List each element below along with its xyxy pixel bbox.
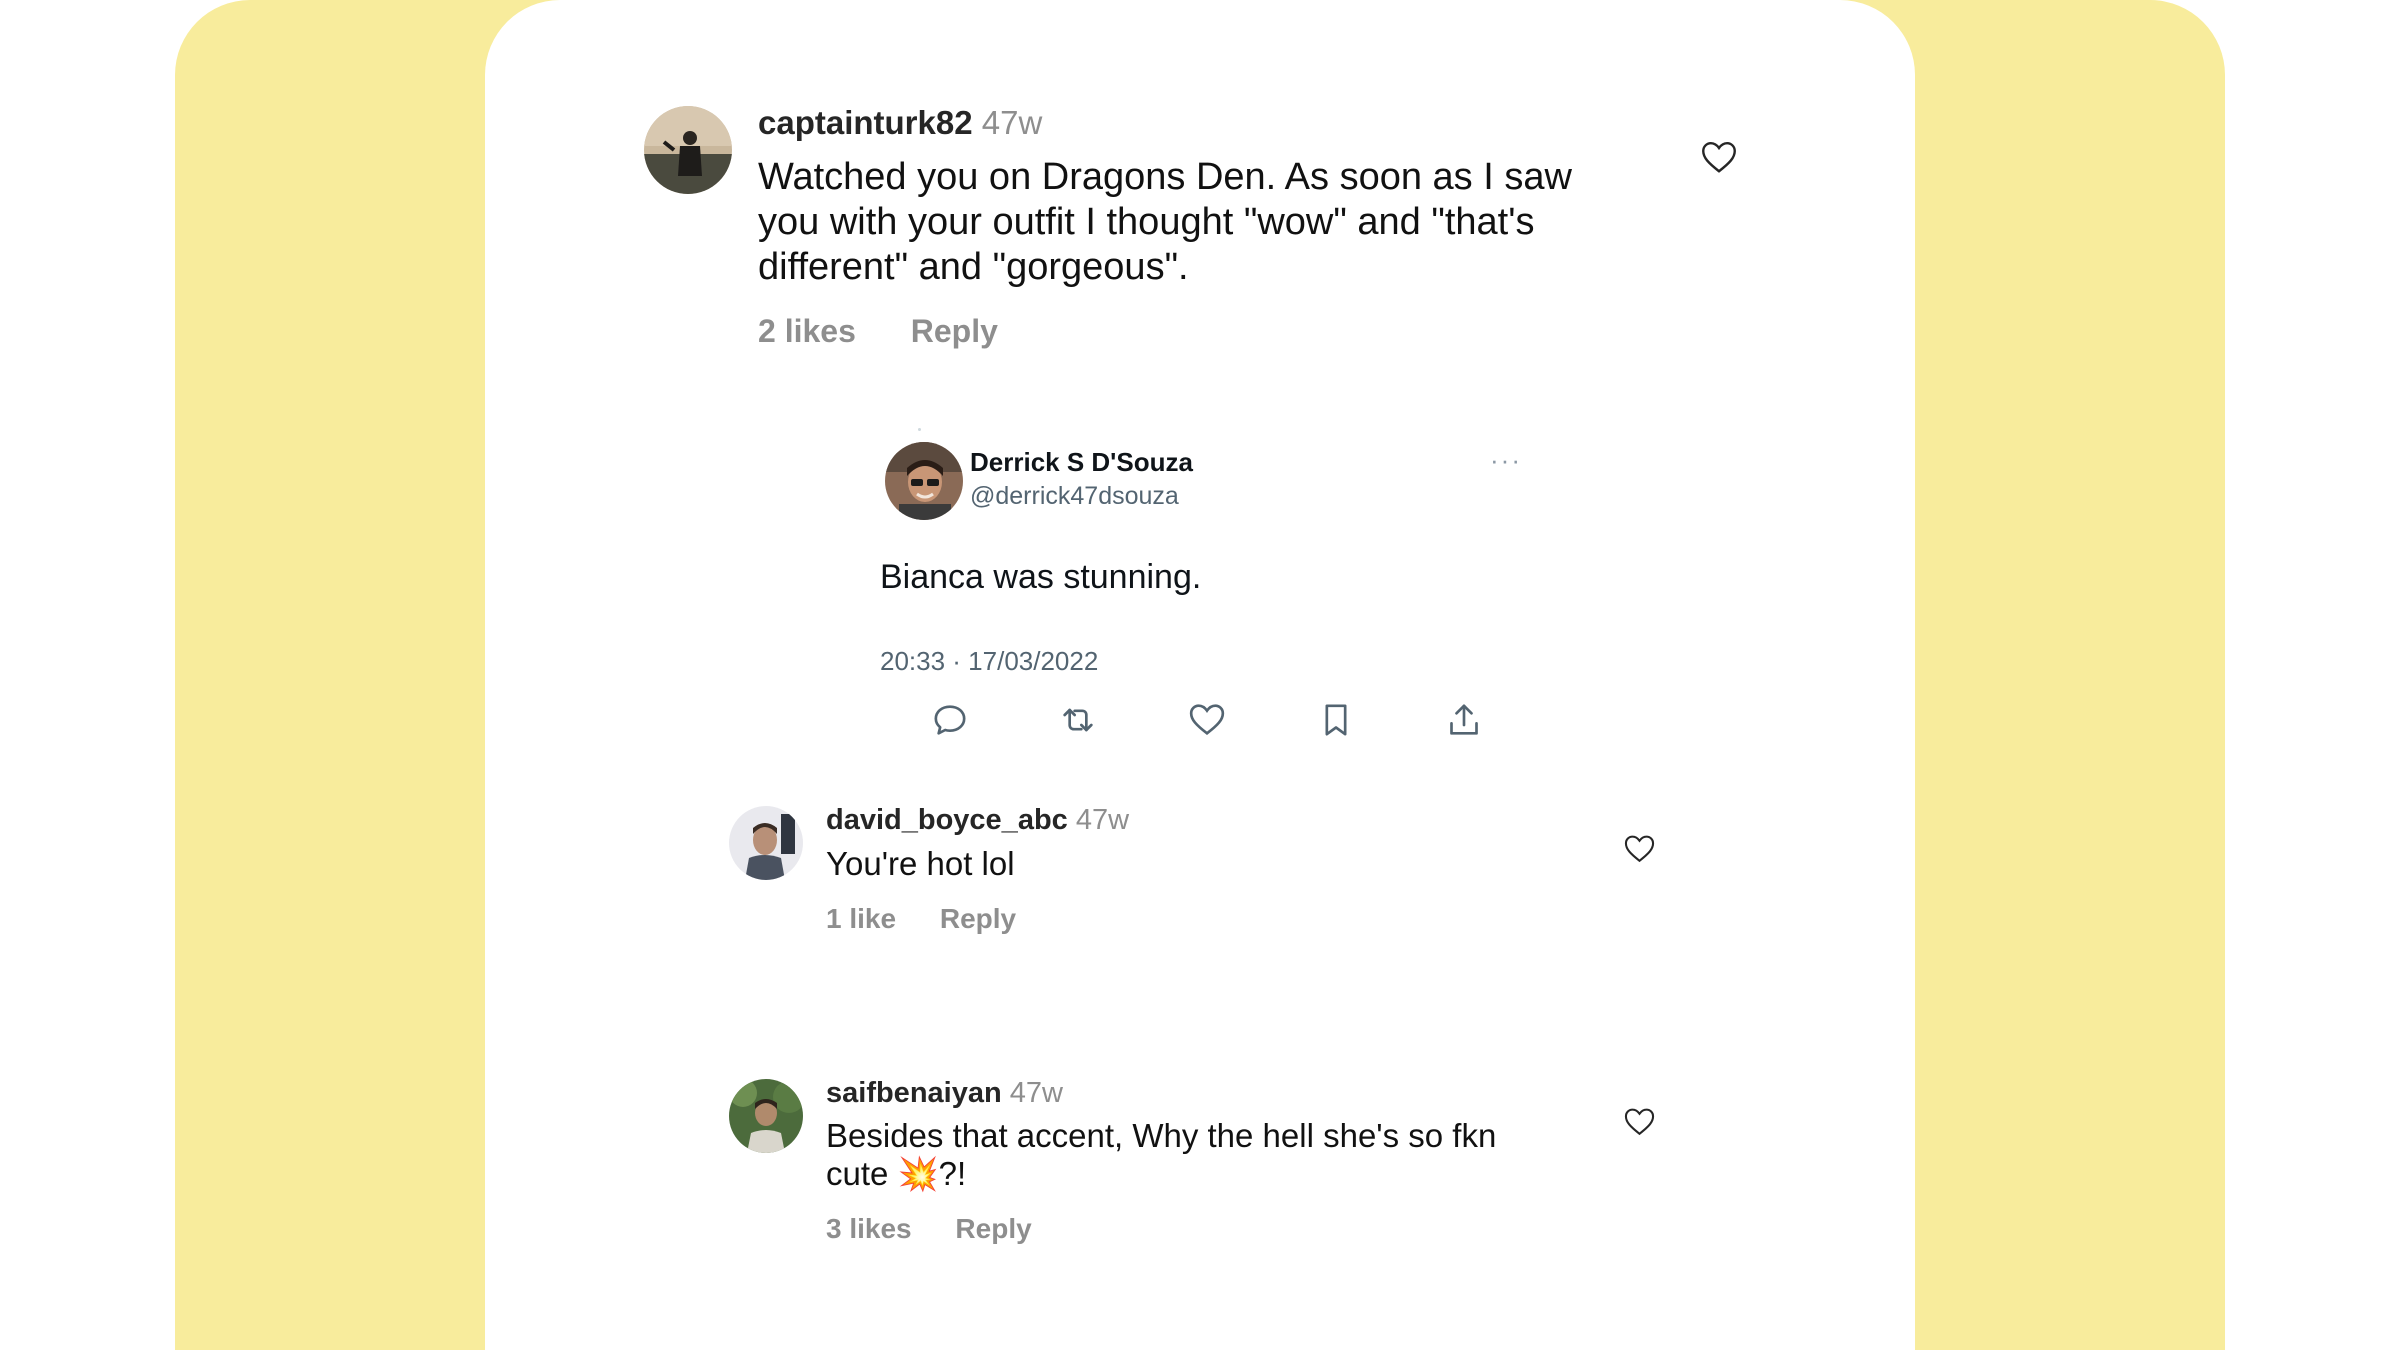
comment-time: 47w xyxy=(981,104,1043,141)
heart-icon xyxy=(1702,141,1736,173)
reply-button[interactable]: Reply xyxy=(911,313,998,349)
like-comment-button[interactable] xyxy=(1624,834,1655,863)
username-text[interactable]: captainturk82 xyxy=(758,104,973,141)
comment-text: You're hot lol xyxy=(826,845,1015,882)
likes-count[interactable]: 1 like xyxy=(826,903,896,934)
share-icon[interactable] xyxy=(1444,700,1484,740)
like-icon[interactable] xyxy=(1187,700,1227,740)
comment-time: 47w xyxy=(1075,804,1130,836)
reply-button[interactable]: Reply xyxy=(940,903,1016,934)
avatar-captainturk82[interactable] xyxy=(644,106,732,194)
like-comment-button[interactable] xyxy=(1701,140,1737,174)
comment-text: Besides that accent, Why the hell she's … xyxy=(826,1117,1497,1192)
reply-button[interactable]: Reply xyxy=(955,1213,1031,1244)
avatar-saifbenaiyan[interactable] xyxy=(729,1079,803,1153)
comment-meta: 2 likes Reply xyxy=(758,313,998,350)
decorative-dot xyxy=(918,428,921,431)
username-text[interactable]: david_boyce_abc xyxy=(826,804,1068,836)
comment-text: Watched you on Dragons Den. As soon as I… xyxy=(758,156,1572,288)
retweet-icon[interactable] xyxy=(1058,700,1098,740)
more-options-icon[interactable]: ··· xyxy=(1490,445,1522,476)
comment-meta: 1 like Reply xyxy=(826,903,1016,935)
comment-username[interactable]: saifbenaiyan 47w xyxy=(826,1077,1063,1110)
tweet-author-handle[interactable]: @derrick47dsouza xyxy=(970,482,1179,511)
reply-icon[interactable] xyxy=(930,700,970,740)
comment-meta: 3 likes Reply xyxy=(826,1213,1032,1245)
tweet-text: Bianca was stunning. xyxy=(880,558,1202,596)
avatar-derrick[interactable] xyxy=(885,442,963,520)
like-comment-button[interactable] xyxy=(1624,1107,1655,1136)
likes-count[interactable]: 2 likes xyxy=(758,313,856,349)
heart-icon xyxy=(1624,835,1655,863)
tweet-timestamp[interactable]: 20:33 · 17/03/2022 xyxy=(880,646,1098,677)
comment-username[interactable]: captainturk82 47w xyxy=(758,104,1042,142)
comment-username[interactable]: david_boyce_abc 47w xyxy=(826,804,1129,837)
comment-time: 47w xyxy=(1009,1077,1063,1109)
tweet-author-name[interactable]: Derrick S D'Souza xyxy=(970,447,1193,478)
likes-count[interactable]: 3 likes xyxy=(826,1213,912,1244)
heart-icon xyxy=(1624,1108,1655,1136)
avatar-david-boyce-abc[interactable] xyxy=(729,806,803,880)
username-text[interactable]: saifbenaiyan xyxy=(826,1077,1002,1109)
bookmark-icon[interactable] xyxy=(1316,700,1356,740)
